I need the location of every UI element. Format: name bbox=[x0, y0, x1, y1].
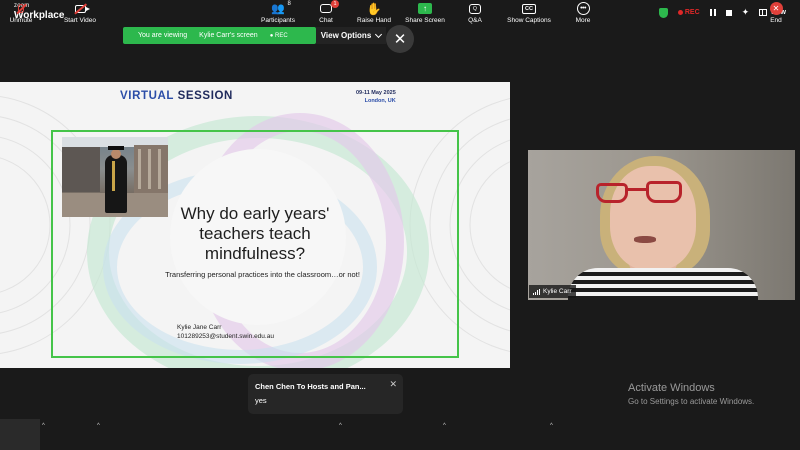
more-icon: ••• bbox=[576, 2, 590, 15]
more-button[interactable]: ••• More bbox=[571, 0, 595, 31]
participant-name-tag: Kylie Carr bbox=[529, 285, 576, 298]
show-captions-label: Show Captions bbox=[507, 17, 551, 24]
video-options-caret[interactable]: ^ bbox=[97, 423, 100, 429]
end-icon: ✕ bbox=[769, 2, 783, 15]
participants-button[interactable]: 👥 8 Participants bbox=[257, 0, 299, 31]
qa-icon: Q bbox=[469, 3, 481, 14]
event-location: London, UK bbox=[364, 98, 396, 105]
author-email: 101289253@student.swin.edu.au bbox=[177, 333, 274, 341]
shield-icon[interactable] bbox=[658, 7, 668, 18]
banner-rec-label: REC bbox=[275, 32, 288, 39]
chat-icon bbox=[320, 4, 332, 13]
title-session: SESSION bbox=[177, 90, 233, 102]
unmute-highlight bbox=[0, 419, 40, 450]
sparkle-icon[interactable]: ✦ bbox=[742, 7, 750, 18]
author-name: Kylie Jane Carr bbox=[177, 324, 222, 331]
meeting-toolbar bbox=[0, 419, 800, 450]
show-captions-button[interactable]: CC Show Captions bbox=[504, 0, 554, 31]
more-label: More bbox=[575, 17, 591, 24]
unmute-button[interactable]: Unmute bbox=[4, 0, 38, 31]
chat-sender: Chen Chen To Hosts and Pan... bbox=[255, 382, 366, 391]
close-icon: ✕ bbox=[393, 31, 407, 48]
viewing-prefix: You are viewing bbox=[138, 32, 188, 39]
audio-options-caret[interactable]: ^ bbox=[42, 423, 45, 429]
qa-label: Q&A bbox=[468, 17, 482, 24]
raise-hand-label: Raise Hand bbox=[357, 17, 391, 24]
shared-screen: VIRTUAL SESSION 09-11 May 2025 London, U… bbox=[0, 82, 510, 368]
end-button[interactable]: ✕ End bbox=[765, 0, 787, 31]
participant-name: Kylie Carr bbox=[543, 288, 572, 295]
activate-windows-watermark: Activate Windows Go to Settings to activ… bbox=[628, 382, 754, 406]
start-video-button[interactable]: Start Video bbox=[58, 0, 102, 31]
view-options-label: View Options bbox=[320, 31, 372, 40]
slide-subtitle: Transferring personal practices into the… bbox=[165, 270, 360, 279]
chevron-down-icon bbox=[375, 30, 383, 38]
participants-icon: 👥 bbox=[271, 3, 285, 15]
graduate-photo bbox=[62, 137, 168, 217]
chat-badge: 1 bbox=[331, 0, 339, 8]
share-options-caret[interactable]: ^ bbox=[443, 423, 446, 429]
slide-author: Kylie Jane Carr 101289253@student.swin.e… bbox=[177, 323, 274, 342]
slide-date: 09-11 May 2025 London, UK bbox=[356, 89, 396, 106]
unmute-label: Unmute bbox=[9, 17, 33, 24]
signal-bars-icon bbox=[533, 288, 540, 295]
raise-hand-icon: ✋ bbox=[366, 1, 382, 16]
pause-icon[interactable] bbox=[709, 9, 716, 16]
title-bar: zoom Workplace REC ✦ View bbox=[0, 0, 800, 28]
banner-rec: ● REC bbox=[269, 32, 288, 39]
qa-button[interactable]: Q Q&A bbox=[463, 0, 487, 31]
participants-label: Participants bbox=[261, 17, 295, 24]
stop-icon[interactable] bbox=[725, 9, 732, 16]
presenter-name: Kylie Carr's screen bbox=[199, 32, 258, 39]
captions-icon: CC bbox=[522, 3, 536, 14]
chat-message: yes bbox=[255, 396, 267, 405]
end-label: End bbox=[770, 17, 782, 24]
close-icon[interactable]: ✕ bbox=[389, 379, 397, 390]
slide-event-title: VIRTUAL SESSION bbox=[120, 90, 233, 102]
rec-label: REC bbox=[684, 9, 700, 16]
record-icon bbox=[677, 9, 683, 15]
participants-count: 8 bbox=[287, 1, 291, 7]
share-screen-icon: ↑ bbox=[418, 3, 432, 14]
participant-video[interactable] bbox=[528, 150, 795, 300]
raise-hand-button[interactable]: ✋ Raise Hand bbox=[353, 0, 395, 31]
watermark-line2: Go to Settings to activate Windows. bbox=[628, 397, 755, 406]
recording-indicator: REC bbox=[677, 9, 700, 16]
chat-notification[interactable]: Chen Chen To Hosts and Pan... yes ✕ bbox=[248, 374, 403, 414]
captions-options-caret[interactable]: ^ bbox=[550, 423, 553, 429]
event-date: 09-11 May 2025 bbox=[356, 90, 396, 96]
chat-label: Chat bbox=[319, 17, 333, 24]
chat-button[interactable]: 1 Chat bbox=[315, 0, 339, 31]
chat-options-caret[interactable]: ^ bbox=[339, 423, 342, 429]
share-screen-label: Share Screen bbox=[405, 17, 445, 24]
title-virtual: VIRTUAL bbox=[120, 90, 174, 102]
watermark-line1: Activate Windows bbox=[628, 382, 715, 394]
slide-heading: Why do early years' teachers teach mindf… bbox=[180, 204, 330, 264]
start-video-label: Start Video bbox=[63, 17, 97, 24]
share-screen-button[interactable]: ↑ Share Screen bbox=[403, 0, 447, 31]
